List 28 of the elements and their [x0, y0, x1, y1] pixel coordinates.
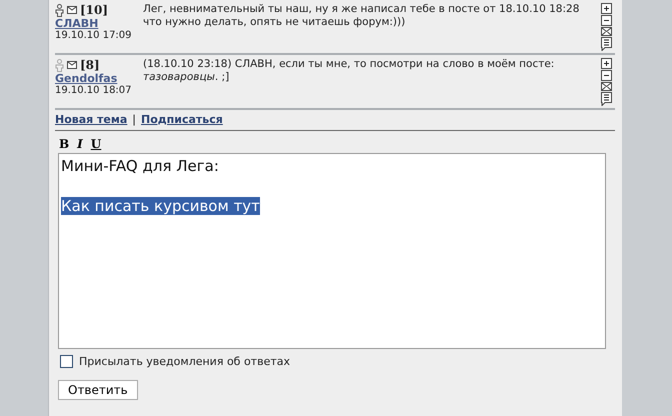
plus-icon[interactable]	[601, 58, 612, 69]
underline-button[interactable]: U	[88, 137, 104, 151]
envelope-icon[interactable]	[601, 82, 612, 91]
author-link[interactable]: Gendolfas	[55, 72, 143, 85]
reply-button[interactable]: Ответить	[58, 380, 138, 400]
post-text: (18.10.10 23:18) СЛАВН, если ты мне, то посмотри на слово в моём посте: тазоваровцы. ;]	[143, 58, 556, 85]
post-date: 19.10.10 18:07	[55, 85, 133, 96]
message-editor[interactable]: Мини-FAQ для Лега: Как писать курсивом тут	[58, 153, 606, 349]
minus-icon[interactable]	[601, 15, 612, 26]
post-date: 19.10.10 17:09	[55, 30, 133, 41]
post-number: [8]	[80, 58, 100, 72]
bold-button[interactable]: B	[57, 137, 72, 151]
envelope-icon[interactable]	[67, 61, 77, 69]
post-text: Лег, невнимательный ты наш, ну я же написал тебе в посте от 18.10.10 18:28 что нужно делать, опять не читаешь форум:)))	[143, 3, 580, 30]
italic-button[interactable]: I	[75, 137, 85, 151]
post-number: [10]	[80, 3, 108, 17]
notify-label: Присылать уведомления об ответах	[79, 355, 290, 368]
envelope-icon[interactable]	[601, 27, 612, 36]
notify-checkbox[interactable]	[60, 355, 73, 368]
link-separator: |	[132, 113, 136, 126]
subscribe-link[interactable]: Подписаться	[141, 113, 223, 126]
new-topic-link[interactable]: Новая тема	[55, 113, 128, 126]
quote-icon[interactable]	[601, 37, 612, 51]
minus-icon[interactable]	[601, 70, 612, 81]
envelope-icon[interactable]	[67, 6, 77, 14]
author-link[interactable]: СЛАВН	[55, 17, 143, 30]
quote-icon[interactable]	[601, 92, 612, 106]
plus-icon[interactable]	[601, 3, 612, 14]
